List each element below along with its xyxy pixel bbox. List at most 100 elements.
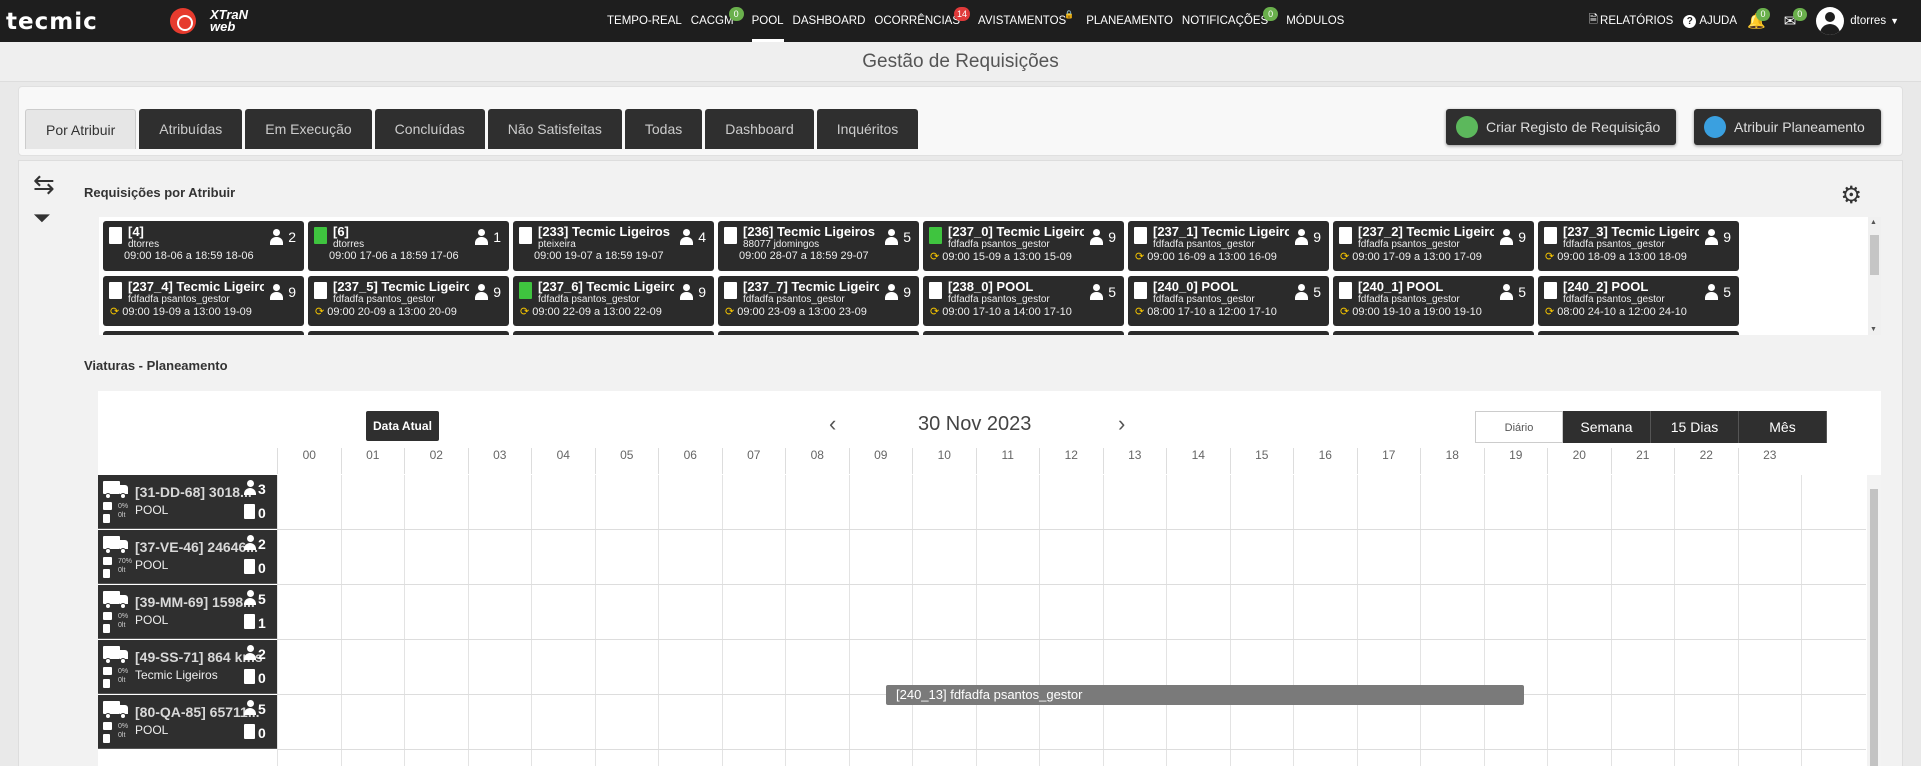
tab-nao-satisfeitas[interactable]: Não Satisfeitas xyxy=(487,109,622,149)
request-card[interactable]: [6] dtorres 09:00 17-06 a 18:59 17-06 1 xyxy=(308,221,509,271)
nav-avistamentos[interactable]: AVISTAMENTOS 🔒 xyxy=(978,0,1074,42)
request-card[interactable]: [237_6] Tecmic Ligeiros fdfadfa psantos_g… xyxy=(513,276,714,326)
main-panel: ⇆ ⏷ Requisições por Atribuir ⚙ [4] dtorre… xyxy=(18,160,1903,766)
scroll-up-icon[interactable]: ▲ xyxy=(1870,219,1877,226)
request-card[interactable]: [237_4] Tecmic Ligeiros fdfadfa psantos_g… xyxy=(103,276,304,326)
request-card-partial[interactable] xyxy=(513,331,714,335)
vehicle-row[interactable]: 0% 0lt [80-QA-85] 65711... POOL 5 0 xyxy=(98,695,277,749)
request-card[interactable]: [237_3] Tecmic Ligeiros fdfadfa psantos_g… xyxy=(1538,221,1739,271)
request-card-partial[interactable] xyxy=(923,331,1124,335)
nav-cacgm[interactable]: CACGM 0 xyxy=(691,0,744,42)
xtranweb-logo[interactable]: XTraN web xyxy=(170,8,248,34)
request-card[interactable]: [237_2] Tecmic Ligeiros fdfadfa psantos_g… xyxy=(1333,221,1534,271)
tab-todas[interactable]: Todas xyxy=(624,109,703,149)
hour-gridline xyxy=(1039,475,1040,766)
view-week[interactable]: Semana xyxy=(1563,411,1651,443)
document-icon xyxy=(244,614,255,629)
tecmic-logo[interactable]: tecmic xyxy=(6,9,98,35)
request-card-partial[interactable] xyxy=(1538,331,1739,335)
people-count: 9 xyxy=(1518,229,1526,245)
request-card[interactable]: [237_5] Tecmic Ligeiros fdfadfa psantos_g… xyxy=(308,276,509,326)
notificacoes-count-badge: 0 xyxy=(1263,7,1279,21)
request-card[interactable]: [240_2] POOL fdfadfa psantos_gestor ⟳ 08:00… xyxy=(1538,276,1739,326)
today-button[interactable]: Data Atual xyxy=(366,411,439,441)
nav-notificacoes[interactable]: NOTIFICAÇÕES 0 xyxy=(1182,0,1279,42)
nav-dashboard[interactable]: DASHBOARD xyxy=(793,0,866,42)
request-title: [238_0] POOL xyxy=(948,279,1034,294)
hour-label: 03 xyxy=(467,448,532,474)
request-card[interactable]: [237_0] Tecmic Ligeiros fdfadfa psantos_g… xyxy=(923,221,1124,271)
row-gridline xyxy=(277,639,1866,640)
request-card[interactable]: [237_1] Tecmic Ligeiros fdfadfa psantos_g… xyxy=(1128,221,1329,271)
request-card-partial[interactable] xyxy=(103,331,304,335)
next-day-chevron-icon[interactable]: › xyxy=(1118,411,1125,437)
vehicle-row[interactable]: 70% 0lt [37-VE-46] 24646... POOL 2 0 xyxy=(98,530,277,584)
vehicle-title: [37-VE-46] 24646... xyxy=(135,539,258,555)
requests-scrollbar[interactable]: ▲ ▼ xyxy=(1868,217,1881,335)
people-count: 4 xyxy=(698,229,706,245)
gears-icon[interactable]: ⚙ xyxy=(1840,181,1862,210)
nav-planeamento[interactable]: PLANEAMENTO xyxy=(1086,0,1173,42)
person-icon xyxy=(1704,229,1719,245)
person-icon xyxy=(884,229,899,245)
user-menu[interactable]: dtorres ▼ xyxy=(1816,7,1899,35)
request-people: 9 xyxy=(1704,229,1731,245)
view-15-days[interactable]: 15 Dias xyxy=(1651,411,1739,443)
prev-day-chevron-icon[interactable]: ‹ xyxy=(829,411,836,437)
hour-gridline xyxy=(1547,475,1548,766)
request-card[interactable]: [238_0] POOL fdfadfa psantos_gestor ⟳ 09:00… xyxy=(923,276,1124,326)
assign-planning-button[interactable]: Atribuir Planeamento xyxy=(1694,109,1881,145)
nav-ocorrencias[interactable]: OCORRÊNCIAS 14 xyxy=(874,0,971,42)
vehicle-row[interactable]: 0% 0lt [39-MM-69] 1598... POOL 5 1 xyxy=(98,585,277,639)
view-daily[interactable]: Diário xyxy=(1475,411,1563,443)
hour-gridline xyxy=(1293,475,1294,766)
tab-dashboard[interactable]: Dashboard xyxy=(705,109,814,149)
tab-inqueritos[interactable]: Inquéritos xyxy=(816,109,919,149)
swap-arrows-icon[interactable]: ⇆ xyxy=(33,169,55,200)
vehicle-people-count: 5 xyxy=(258,701,266,717)
request-card[interactable]: [4] dtorres 09:00 18-06 a 18:59 18-06 2 xyxy=(103,221,304,271)
nav-tempo-real[interactable]: TEMPO-REAL xyxy=(607,0,682,42)
request-card[interactable]: [236] Tecmic Ligeiros 88077 jdomingos 09:0… xyxy=(718,221,919,271)
chevron-down-icon: ▼ xyxy=(1890,16,1899,26)
filter-icon[interactable]: ⏷ xyxy=(33,205,51,231)
tab-concluidas[interactable]: Concluídas xyxy=(374,109,485,149)
create-request-button[interactable]: Criar Registo de Requisição xyxy=(1446,109,1677,145)
nav-modulos[interactable]: MÓDULOS xyxy=(1286,0,1344,42)
tab-por-atribuir[interactable]: Por Atribuir xyxy=(25,109,137,149)
request-card[interactable]: [233] Tecmic Ligeiros pteixeira 09:00 19-0… xyxy=(513,221,714,271)
notifications-bell[interactable]: 🔔 0 xyxy=(1747,8,1771,30)
recurring-icon: ⟳ xyxy=(1340,251,1350,263)
request-card-partial[interactable] xyxy=(1128,331,1329,335)
vehicle-row[interactable]: 0% 0lt [49-SS-71] 864 kms Tecmic Ligeiros 2 0 xyxy=(98,640,277,694)
request-card[interactable]: [240_0] POOL fdfadfa psantos_gestor ⟳ 08:00… xyxy=(1128,276,1329,326)
reports-link[interactable]: 🗎 RELATÓRIOS xyxy=(1589,12,1674,31)
hour-gridline xyxy=(1229,475,1231,766)
tab-atribuidas[interactable]: Atribuídas xyxy=(139,109,243,149)
request-card-partial[interactable] xyxy=(1333,331,1534,335)
messages-button[interactable]: ✉ 0 xyxy=(1784,8,1807,30)
vehicle-group: POOL xyxy=(135,723,169,737)
hour-label: 09 xyxy=(848,448,913,474)
request-card[interactable]: [237_7] Tecmic Ligeiros fdfadfa psantos_g… xyxy=(718,276,919,326)
planning-scrollbar[interactable] xyxy=(1867,475,1881,766)
request-people: 9 xyxy=(679,284,706,300)
scrollbar-thumb[interactable] xyxy=(1870,235,1879,275)
vehicle-row[interactable]: 0% 0lt [31-DD-68] 3018... POOL 3 0 xyxy=(98,475,277,529)
vehicle-docs-count: 0 xyxy=(258,725,266,741)
people-count: 5 xyxy=(1108,284,1116,300)
request-card[interactable]: [240_1] POOL fdfadfa psantos_gestor ⟳ 09:00… xyxy=(1333,276,1534,326)
nav-pool[interactable]: POOL xyxy=(751,0,784,42)
planning-event[interactable]: [240_13] fdfadfa psantos_gestor xyxy=(886,685,1524,705)
hour-label: 05 xyxy=(594,448,659,474)
request-people: 9 xyxy=(269,284,296,300)
tab-em-execucao[interactable]: Em Execução xyxy=(245,109,372,149)
scroll-down-icon[interactable]: ▼ xyxy=(1870,326,1877,333)
request-card-partial[interactable] xyxy=(718,331,919,335)
help-link[interactable]: ? AJUDA xyxy=(1683,14,1737,28)
planning-scrollbar-thumb[interactable] xyxy=(1870,489,1878,766)
hour-label: 02 xyxy=(404,448,468,474)
request-card-partial[interactable] xyxy=(308,331,509,335)
view-month[interactable]: Mês xyxy=(1739,411,1827,443)
document-icon xyxy=(244,724,255,739)
